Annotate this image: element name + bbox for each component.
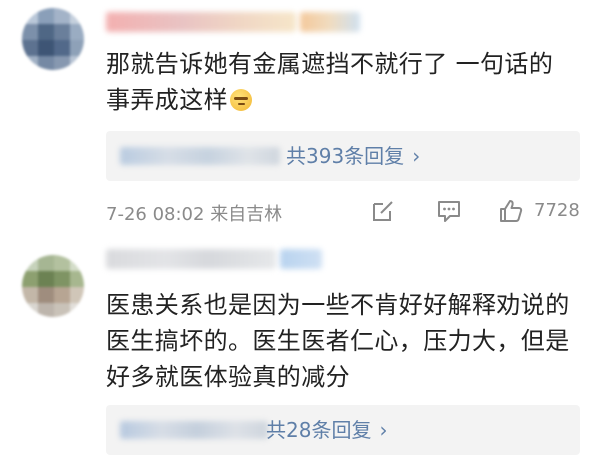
comment-2: 医患关系也是因为一些不肯好好解释劝说的 医生搞坏的。医生医者仁心，压力大，但是 … (0, 235, 600, 472)
reply-summary[interactable]: 共28条回复 › (106, 405, 580, 455)
comment-text-line: 好多就医体验真的减分 (106, 363, 350, 391)
like-icon[interactable] (498, 198, 524, 229)
reply-summary[interactable]: 共393条回复 › (106, 131, 580, 181)
reply-users-blurred (120, 147, 280, 165)
comment-text-line: 那就告诉她有金属遮挡不就行了 一句话的 (106, 50, 554, 78)
reply-count-link[interactable]: 共393条回复 › (286, 143, 420, 169)
reply-users-blurred (120, 421, 268, 439)
username-blurred[interactable] (106, 249, 276, 269)
share-icon[interactable] (370, 198, 396, 229)
avatar[interactable] (22, 8, 84, 70)
timestamp: 7-26 08:02 来自吉林 (106, 204, 283, 225)
reply-count-link[interactable]: 共28条回复 › (266, 417, 387, 443)
comment-text-line: 医患关系也是因为一些不肯好好解释劝说的 (106, 291, 570, 319)
comment-icon[interactable] (436, 198, 462, 229)
username-blurred[interactable] (106, 12, 296, 32)
chevron-right-icon: › (412, 144, 421, 168)
comment-text-line: 医生搞坏的。医生医者仁心，压力大，但是 (106, 327, 570, 355)
avatar[interactable] (22, 255, 84, 317)
chevron-right-icon: › (379, 418, 388, 442)
comment-1: 那就告诉她有金属遮挡不就行了 一句话的 事弄成这样 共393条回复 › 7-26 … (0, 0, 600, 235)
like-count: 7728 (534, 200, 580, 221)
location: 来自吉林 (210, 204, 283, 225)
comment-text-line: 事弄成这样 (106, 82, 586, 118)
comment-meta: 7-26 08:02 来自吉林 7728 (106, 198, 580, 226)
comment-text: 医患关系也是因为一些不肯好好解释劝说的 医生搞坏的。医生医者仁心，压力大，但是 … (106, 287, 586, 395)
comment-text: 那就告诉她有金属遮挡不就行了 一句话的 事弄成这样 (106, 46, 586, 118)
user-badge-blurred (280, 249, 322, 269)
smirk-emoji-icon (230, 89, 252, 111)
user-badge-blurred (300, 12, 360, 32)
